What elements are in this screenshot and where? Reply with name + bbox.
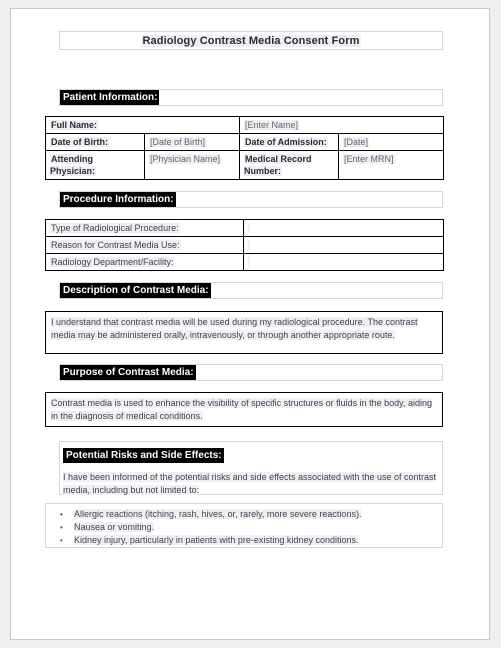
section-header-procedure-information: Procedure Information:	[59, 191, 443, 208]
procedure-information-table: Type of Radiological Procedure: Reason f…	[45, 219, 444, 271]
cell-date-of-birth-value[interactable]: [Date of Birth]	[143, 133, 241, 151]
cell-full-name-label: Full Name:	[44, 116, 241, 134]
cell-facility-label: Radiology Department/Facility:	[45, 253, 244, 271]
risks-section-box: Potential Risks and Side Effects: I have…	[59, 441, 443, 495]
section-header-label: Description of Contrast Media:	[60, 283, 211, 298]
section-header-patient-information: Patient Information:	[59, 89, 443, 106]
list-item-label: Nausea or vomiting.	[74, 522, 155, 532]
list-item-label: Allergic reactions (itching, rash, hives…	[74, 509, 362, 519]
page-title: Radiology Contrast Media Consent Form	[141, 34, 361, 47]
document-title-box: Radiology Contrast Media Consent Form	[59, 31, 443, 50]
purpose-body-box: Contrast media is used to enhance the vi…	[45, 392, 443, 427]
section-header-description-of-contrast-media: Description of Contrast Media:	[59, 282, 443, 299]
cell-procedure-type-label: Type of Radiological Procedure:	[45, 219, 244, 237]
risks-intro-paragraph: I have been informed of the potential ri…	[63, 471, 438, 497]
description-body-box: I understand that contrast media will be…	[45, 311, 443, 354]
section-header-label: Procedure Information:	[60, 192, 176, 207]
cell-medical-record-number-label: Medical Record Number:	[239, 150, 340, 180]
list-item: • Kidney injury, particularly in patient…	[46, 534, 442, 547]
risks-intro-text: I have been informed of the potential ri…	[63, 472, 437, 495]
bullet-point-icon: •	[60, 510, 63, 519]
cell-attending-physician-label: Attending Physician:	[45, 150, 145, 180]
document-page: Radiology Contrast Media Consent Form Pa…	[10, 8, 490, 640]
cell-medical-record-number-value[interactable]: [Enter MRN]	[338, 150, 445, 180]
table-row: Radiology Department/Facility:	[45, 253, 444, 271]
cell-date-of-admission-value[interactable]: [Date]	[338, 133, 445, 151]
cell-procedure-type-value[interactable]	[243, 219, 444, 237]
cell-date-of-birth-label: Date of Birth:	[45, 133, 145, 151]
list-item: • Nausea or vomiting.	[46, 521, 442, 534]
risks-bullet-list-box: • Allergic reactions (itching, rash, hiv…	[45, 503, 443, 548]
cell-reason-label: Reason for Contrast Media Use:	[45, 236, 244, 254]
section-header-potential-risks-label: Potential Risks and Side Effects:	[63, 448, 224, 463]
patient-information-table: Full Name: [Enter Name] Date of Birth: […	[44, 116, 445, 180]
description-body-text: I understand that contrast media will be…	[51, 317, 418, 340]
cell-reason-value[interactable]	[243, 236, 444, 254]
table-row: Reason for Contrast Media Use:	[45, 236, 444, 254]
list-item: • Allergic reactions (itching, rash, hiv…	[46, 508, 442, 521]
section-header-label: Patient Information:	[60, 90, 160, 105]
table-row: Attending Physician: [Physician Name] Me…	[45, 150, 445, 180]
cell-full-name-value[interactable]: [Enter Name]	[239, 116, 445, 134]
cell-attending-physician-value[interactable]: [Physician Name]	[143, 150, 241, 180]
section-header-purpose-of-contrast-media: Purpose of Contrast Media:	[59, 364, 443, 381]
table-row: Type of Radiological Procedure:	[45, 219, 444, 237]
section-header-label: Purpose of Contrast Media:	[60, 365, 196, 380]
bullet-point-icon: •	[60, 536, 63, 545]
cell-date-of-admission-label: Date of Admission:	[239, 133, 340, 151]
table-row: Date of Birth: [Date of Birth] Date of A…	[45, 133, 445, 151]
table-row: Full Name: [Enter Name]	[44, 116, 445, 134]
list-item-label: Kidney injury, particularly in patients …	[74, 535, 359, 545]
bullet-point-icon: •	[60, 523, 63, 532]
cell-facility-value[interactable]	[243, 253, 444, 271]
purpose-body-text: Contrast media is used to enhance the vi…	[51, 398, 433, 421]
